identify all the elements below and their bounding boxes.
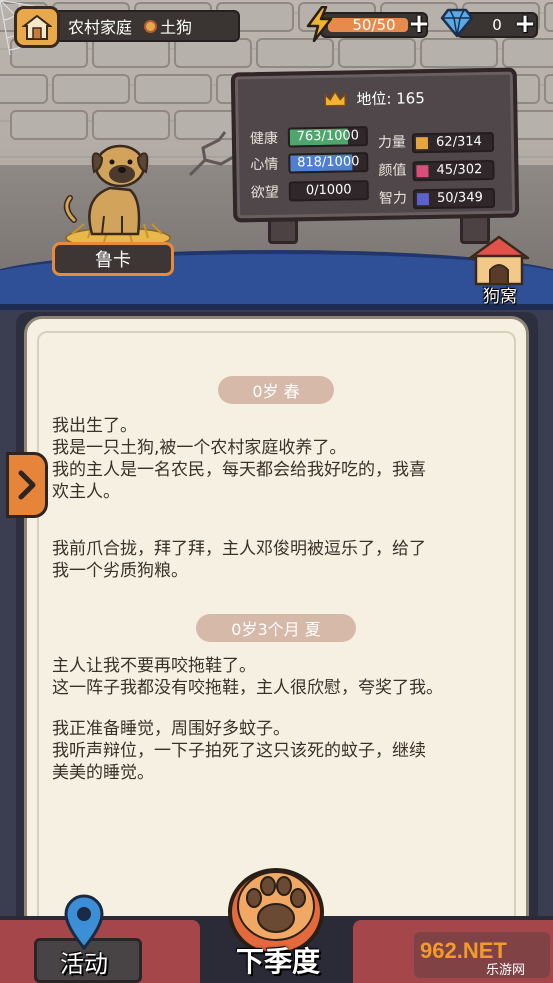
watermark-brand: 962.NET <box>420 938 507 963</box>
lightning-icon <box>306 6 333 42</box>
stat-label-health: 健康 <box>249 130 279 148</box>
stat-label-looks: 颜值 <box>378 162 407 179</box>
stat-label-strength: 力量 <box>377 134 407 151</box>
gem-value: 0 <box>492 16 502 34</box>
log-line: 我的主人是一名农民，每天都会给我好吃的，我喜 <box>52 460 426 480</box>
energy-value: 50/50 <box>352 16 396 34</box>
log-line: 我听声辩位，一下子拍死了这只该死的蚊子，继续 <box>52 741 426 761</box>
log-line: 主人让我不要再咬拖鞋了。 <box>52 656 256 676</box>
family-label: 农村家庭 <box>68 18 133 37</box>
log-line: 欢主人。 <box>52 482 120 502</box>
log-line: 我是一只土狗,被一个农村家庭收养了。 <box>52 438 347 458</box>
stat-value-desire: 0/1000 <box>305 182 352 199</box>
log-line: 美美的睡觉。 <box>52 763 154 783</box>
stat-value-health: 763/1000 <box>296 128 360 145</box>
breed-label: 土狗 <box>160 18 193 37</box>
add-energy-button[interactable]: + <box>408 11 430 37</box>
stat-bar-desire: 0/1000 <box>288 180 369 202</box>
diamond-icon <box>440 8 474 38</box>
log-line: 我前爪合拢，拜了拜，主人邓俊明被逗乐了，给了 <box>52 539 426 559</box>
log-paragraph: 主人让我不要再咬拖鞋了。 这一阵子我都没有咬拖鞋，主人很欣慰，夸奖了我。 <box>52 655 502 699</box>
location-pin-icon[interactable] <box>60 894 108 950</box>
medal-icon <box>144 19 158 33</box>
season-text: 0岁3个月 夏 <box>231 620 321 639</box>
stat-bar-strength: 62/314 <box>411 131 495 154</box>
log-line: 我正准备睡觉，周围好多蚊子。 <box>52 719 290 739</box>
stat-value-strength: 62/314 <box>435 134 482 150</box>
doghouse-label[interactable]: 狗窝 <box>468 282 532 307</box>
stat-bar-mood: 818/1000 <box>288 152 369 174</box>
stat-value-intelligence: 50/349 <box>436 190 483 206</box>
add-gems-button[interactable]: + <box>514 11 536 37</box>
chevron-right-icon <box>18 470 36 500</box>
log-paragraph: 我出生了。 我是一只土狗,被一个农村家庭收养了。 我的主人是一名农民，每天都会给… <box>52 415 502 503</box>
stat-label-desire: 欲望 <box>250 184 279 202</box>
activity-label[interactable]: 活动 <box>60 944 108 979</box>
log-paragraph: 我前爪合拢，拜了拜，主人邓俊明被逗乐了，给了 我一个劣质狗粮。 <box>52 538 502 582</box>
log-line: 这一阵子我都没有咬拖鞋，主人很欣慰，夸奖了我。 <box>52 678 443 698</box>
stat-value-mood: 818/1000 <box>297 154 360 171</box>
doghouse-icon[interactable] <box>466 234 532 286</box>
expand-arrow-button[interactable] <box>6 452 48 518</box>
season-tag: 0岁 春 <box>218 376 334 404</box>
season-text: 0岁 春 <box>252 382 300 401</box>
stat-bar-intelligence: 50/349 <box>412 187 496 210</box>
stat-label-mood: 心情 <box>250 156 279 174</box>
log-line: 我出生了。 <box>52 416 137 436</box>
crown-icon <box>324 90 347 107</box>
dog-name: 鲁卡 <box>95 250 131 271</box>
stat-label-intelligence: 智力 <box>378 190 408 207</box>
status-board: 地位: 165 健康 763/1000 心情 818/1000 欲望 0/100… <box>230 67 520 223</box>
next-season-button[interactable]: 下季度 <box>230 940 326 980</box>
dog-name-tag[interactable]: 鲁卡 <box>52 242 174 276</box>
status-value: 地位: 165 <box>356 89 425 109</box>
log-paragraph: 我正准备睡觉，周围好多蚊子。 我听声辩位，一下子拍死了这只该死的蚊子，继续 美美… <box>52 718 502 784</box>
log-line: 我一个劣质狗粮。 <box>52 561 188 581</box>
house-icon[interactable] <box>14 6 60 48</box>
status-title: 地位: 165 <box>235 86 513 112</box>
stat-bar-health: 763/1000 <box>287 126 369 148</box>
dog-character[interactable] <box>58 138 178 248</box>
watermark-sub: 乐游网 <box>486 962 525 977</box>
stat-bar-looks: 45/302 <box>412 159 495 182</box>
stat-value-looks: 45/302 <box>436 162 483 178</box>
season-tag: 0岁3个月 夏 <box>196 614 356 642</box>
watermark-logo: 962.NET 乐游网 <box>414 932 550 978</box>
